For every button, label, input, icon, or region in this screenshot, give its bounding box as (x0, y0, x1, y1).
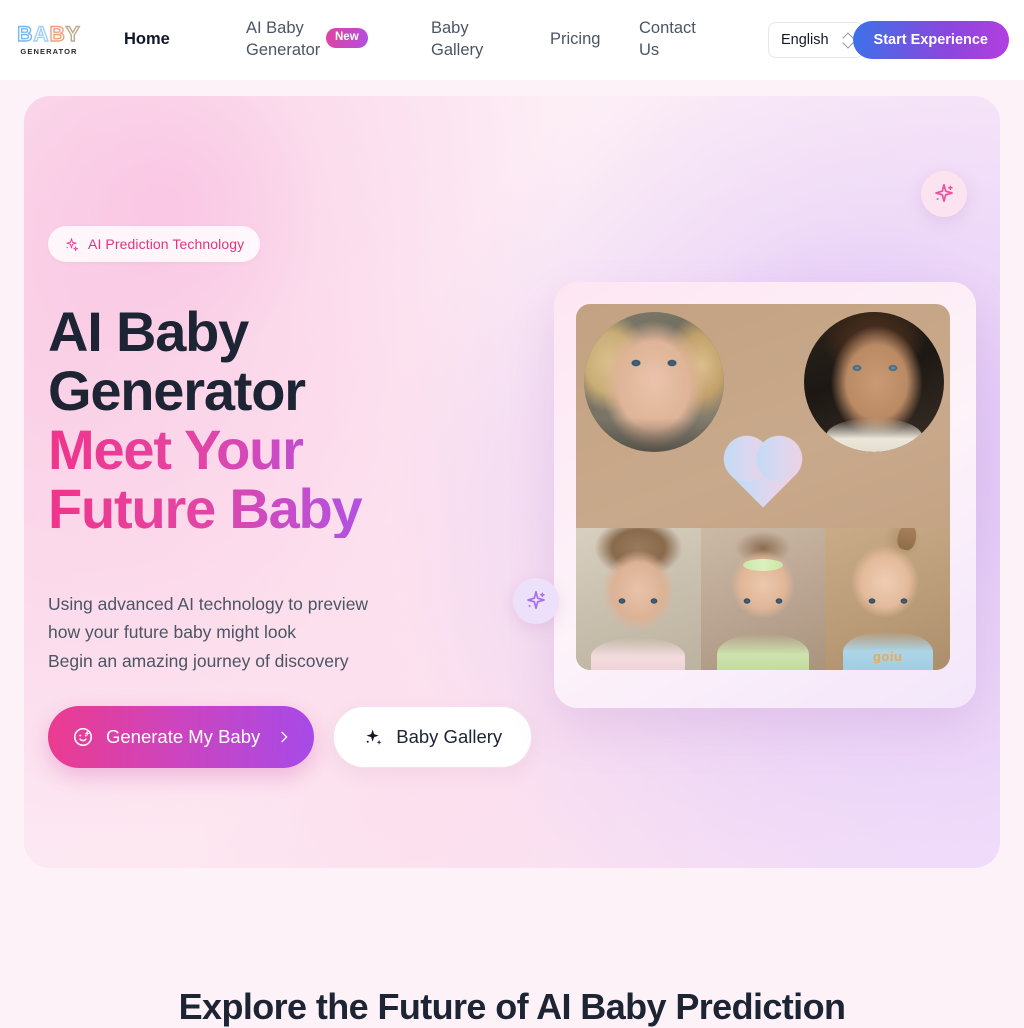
baby-outfit (717, 634, 809, 670)
hero-subtitle-line3: Begin an amazing journey of discovery (48, 650, 349, 671)
baby-photo-3: goiu (825, 528, 950, 670)
language-selector-value: English (781, 32, 829, 48)
sparkle-star-icon (935, 183, 953, 203)
nav-item-home[interactable]: Home (124, 29, 186, 51)
nav-new-badge: New (326, 28, 368, 48)
floating-sparkle-badge-bottom-left[interactable] (513, 578, 559, 624)
floating-sparkle-badge-top-right[interactable] (921, 171, 967, 217)
chevron-up-down-icon (843, 32, 853, 48)
logo-letter-a: A (33, 23, 50, 46)
hero-section: AI Prediction Technology AI Baby Generat… (24, 96, 1000, 868)
hair-tuft (895, 528, 919, 552)
top-navigation-bar: B A B Y GENERATOR Home AI Baby Generator… (0, 0, 1024, 80)
headband-bow (743, 559, 783, 572)
baby-eyes (616, 596, 661, 607)
logo-letter-y: Y (65, 23, 81, 46)
father-face (804, 312, 944, 452)
hero-badge-label: AI Prediction Technology (88, 236, 245, 252)
nav-item-baby-gallery[interactable]: Baby Gallery (431, 18, 501, 62)
baby-photo-1 (576, 528, 701, 670)
logo-letter-b1: B (17, 23, 34, 46)
baby-eyes (741, 596, 785, 607)
sparkles-icon (366, 728, 382, 745)
nav-item-pricing[interactable]: Pricing (550, 29, 618, 51)
start-experience-button[interactable]: Start Experience (852, 21, 1009, 59)
heart-icon (730, 442, 796, 508)
hero-subtitle: Using advanced AI technology to preview … (48, 590, 478, 675)
logo-letter-b2: B (49, 23, 66, 46)
baby-photo-2 (700, 528, 826, 670)
hero-tagline-badge: AI Prediction Technology (48, 226, 261, 262)
hero-headline-gradient-line1: Meet Your (48, 420, 468, 479)
hero-subtitle-line2: how your future baby might look (48, 622, 297, 643)
parents-zone (576, 304, 950, 528)
generate-my-baby-label: Generate My Baby (106, 726, 261, 747)
hero-cta-row: Generate My Baby Baby Gallery (48, 706, 533, 768)
logo-subtitle: GENERATOR (20, 47, 78, 56)
generate-my-baby-button[interactable]: Generate My Baby (48, 706, 315, 768)
nav-item-ai-baby-generator[interactable]: AI Baby Generator (246, 18, 330, 62)
nav-item-contact-us[interactable]: Contact Us (639, 18, 703, 62)
chevron-right-icon (281, 731, 288, 743)
hero-headline-line1: AI Baby (48, 300, 249, 363)
baby-results-row: goiu (576, 528, 950, 670)
baby-gallery-button[interactable]: Baby Gallery (333, 706, 533, 768)
baby-face-icon (73, 727, 93, 747)
sparkles-icon (66, 237, 78, 251)
nav-links: Home AI Baby Generator Baby Gallery Pric… (124, 0, 703, 80)
hero-headline-line2: Generator (48, 359, 306, 423)
hero-visual-card: goiu (554, 282, 976, 708)
baby-shirt-text: goiu (872, 649, 903, 664)
hero-headline: AI Baby Generator Meet Your Future Baby (48, 302, 468, 538)
baby-gallery-label: Baby Gallery (396, 726, 503, 747)
logo-wordmark: B A B Y (17, 23, 81, 46)
baby-eyes (865, 596, 910, 607)
section-title: Explore the Future of AI Baby Prediction (178, 986, 846, 1027)
sparkle-star-icon (527, 590, 545, 610)
mother-portrait (584, 312, 724, 452)
hero-headline-gradient-line2: Future Baby (48, 479, 468, 538)
hero-collage-image: goiu (576, 304, 950, 670)
father-portrait (804, 312, 944, 452)
mother-face (584, 312, 724, 452)
site-logo[interactable]: B A B Y GENERATOR (16, 19, 82, 61)
baby-outfit (591, 638, 686, 670)
hero-subtitle-line1: Using advanced AI technology to preview (48, 594, 369, 614)
language-selector[interactable]: English (768, 22, 864, 58)
